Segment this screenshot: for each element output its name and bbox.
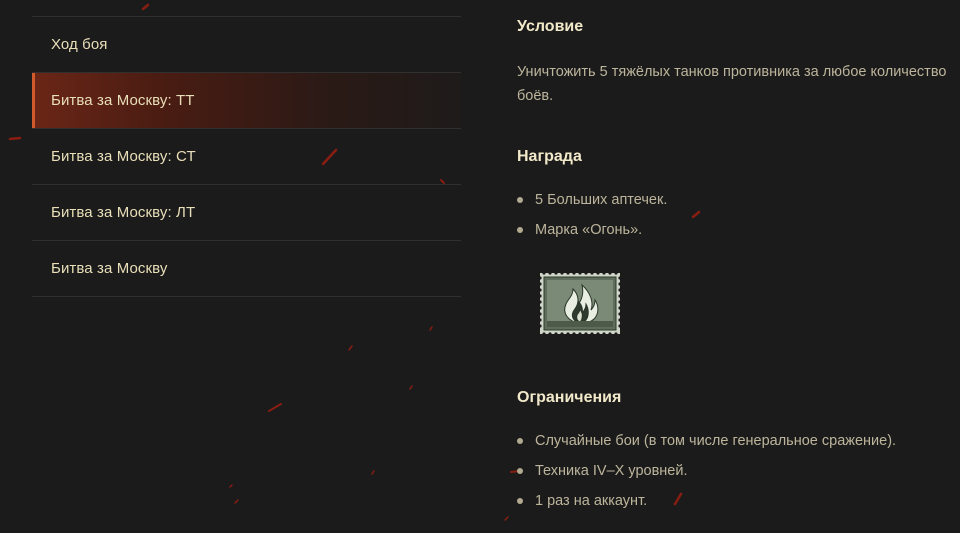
reward-title: Награда	[517, 148, 582, 165]
list-item: Марка «Огонь».	[517, 220, 667, 250]
restriction-item-text: Техника IV–X уровней.	[535, 463, 688, 479]
tab-label: Битва за Москву: СТ	[51, 148, 196, 165]
list-item: 5 Больших аптечек.	[517, 190, 667, 220]
fire-stamp-icon[interactable]	[540, 273, 620, 334]
bullet-icon	[517, 498, 523, 504]
reward-item-text: 5 Больших аптечек.	[535, 192, 668, 208]
restriction-item-text: 1 раз на аккаунт.	[535, 493, 648, 509]
tab-moscow-battle[interactable]: Битва за Москву	[32, 240, 461, 297]
tab-moscow-light-tanks[interactable]: Битва за Москву: ЛТ	[32, 184, 461, 240]
list-item: 1 раз на аккаунт.	[517, 491, 896, 521]
tab-label: Битва за Москву: ТТ	[51, 92, 195, 109]
bullet-icon	[517, 438, 523, 444]
bullet-icon	[517, 468, 523, 474]
bullet-icon	[517, 227, 523, 233]
condition-title: Условие	[517, 18, 584, 35]
tab-label: Битва за Москву: ЛТ	[51, 204, 196, 221]
list-item: Случайные бои (в том числе генеральное с…	[517, 431, 896, 461]
mission-tabs: Ход боя Битва за Москву: ТТ Битва за Мос…	[32, 16, 461, 297]
bullet-icon	[517, 197, 523, 203]
restriction-item-text: Случайные бои (в том числе генеральное с…	[535, 433, 897, 449]
tab-moscow-heavy-tanks[interactable]: Битва за Москву: ТТ	[32, 72, 461, 128]
tab-battle-progress[interactable]: Ход боя	[32, 16, 461, 72]
condition-text: Уничтожить 5 тяжёлых танков противника з…	[517, 64, 947, 104]
tab-moscow-medium-tanks[interactable]: Битва за Москву: СТ	[32, 128, 461, 184]
restrictions-list: Случайные бои (в том числе генеральное с…	[517, 431, 896, 521]
reward-item-text: Марка «Огонь».	[535, 222, 643, 238]
list-item: Техника IV–X уровней.	[517, 461, 896, 491]
tab-label: Битва за Москву	[51, 260, 168, 277]
reward-list: 5 Больших аптечек. Марка «Огонь».	[517, 190, 667, 250]
tab-label: Ход боя	[51, 36, 108, 53]
restrictions-title: Ограничения	[517, 389, 622, 406]
